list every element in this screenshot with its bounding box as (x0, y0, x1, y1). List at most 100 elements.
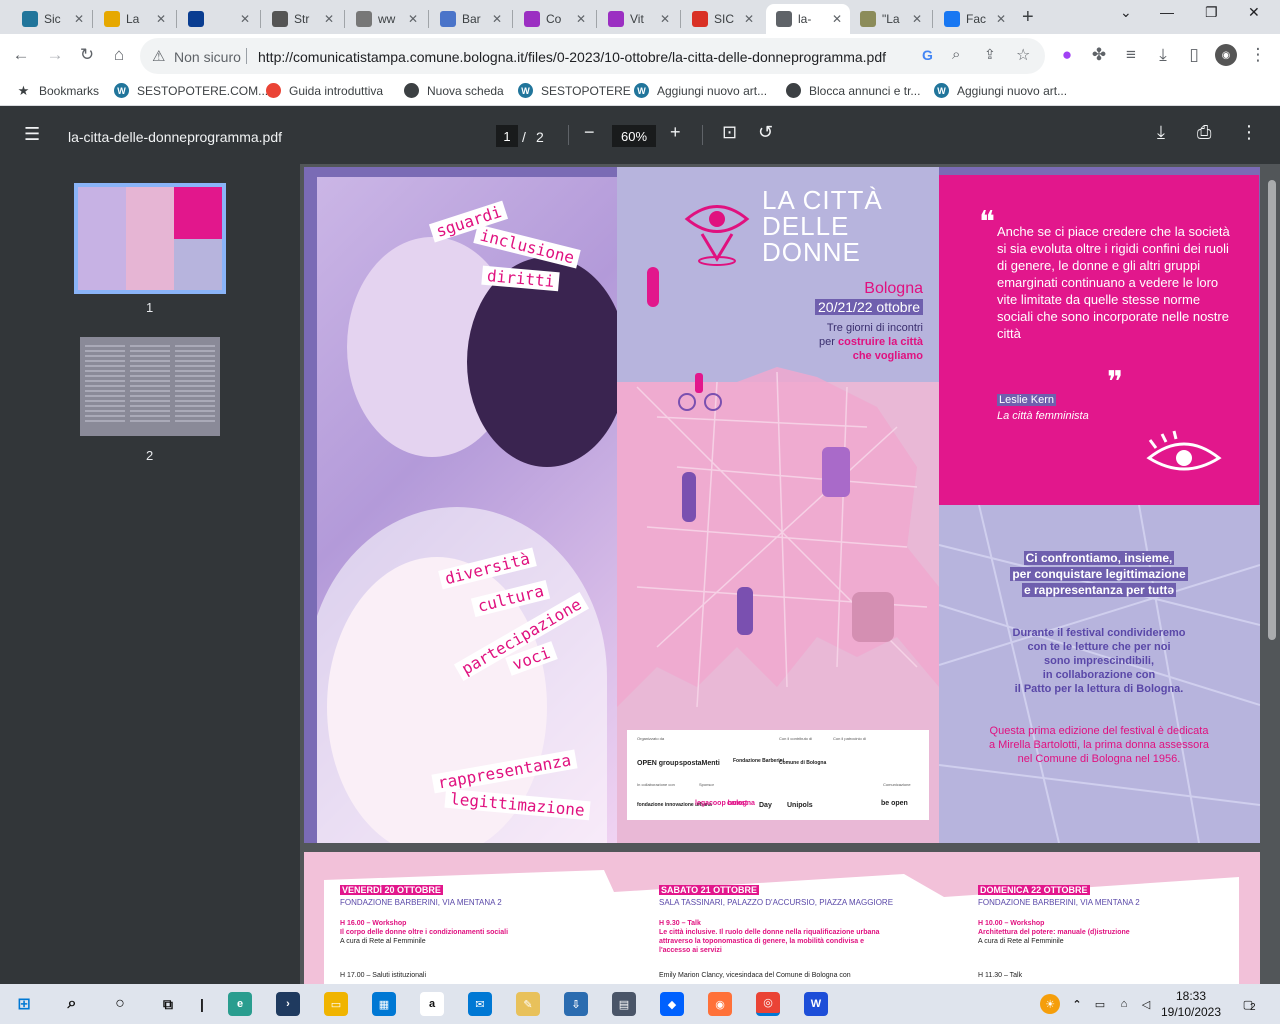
url-text[interactable]: http://comunicatistampa.comune.bologna.i… (258, 49, 886, 65)
browser-tab[interactable]: Sic ✕ (12, 4, 92, 34)
browser-tab[interactable]: SIC ✕ (682, 4, 762, 34)
zoom-in-icon[interactable]: + (670, 122, 681, 143)
dropbox-icon[interactable]: ◆ (660, 992, 684, 1016)
rai-icon (188, 11, 204, 27)
cortana-icon[interactable]: ○ (108, 992, 132, 1016)
claim-line: Ci confrontiamo, insieme, (1023, 551, 1175, 565)
paint-icon[interactable]: ✎ (516, 992, 540, 1016)
reading-list-icon[interactable]: ≡ (1120, 44, 1142, 66)
forward-icon[interactable]: → (44, 44, 66, 66)
task-view-icon[interactable]: ⧉ (156, 992, 180, 1016)
fit-page-icon[interactable]: ⊡ (722, 122, 737, 143)
tagline-highlight: costruire la città (838, 336, 923, 348)
rotate-icon[interactable]: ↺ (758, 122, 773, 143)
bookmark-star-icon[interactable]: ☆ (1016, 45, 1030, 65)
browser-tab[interactable]: la- ✕ (766, 4, 850, 34)
edge-icon[interactable]: e (228, 992, 252, 1016)
tab-search-icon[interactable]: ⌄ (1120, 4, 1132, 21)
tab-close-icon[interactable]: ✕ (912, 12, 922, 26)
pdf-menu-icon[interactable]: ☰ (24, 124, 40, 145)
tab-close-icon[interactable]: ✕ (408, 12, 418, 26)
bookmark-item[interactable]: W SESTOPOTERE (518, 83, 631, 98)
weather-icon[interactable]: ☀ (1040, 994, 1060, 1014)
tab-separator (596, 10, 597, 28)
mail-icon[interactable]: ✉ (468, 992, 492, 1016)
page-thumbnail-2[interactable] (80, 337, 220, 436)
browser-tab[interactable]: Co ✕ (514, 4, 594, 34)
browser-tab[interactable]: La ✕ (94, 4, 174, 34)
browser-tab[interactable]: ww ✕ (346, 4, 426, 34)
bookmark-item[interactable]: Nuova scheda (404, 83, 504, 98)
tab-close-icon[interactable]: ✕ (240, 12, 250, 26)
omnibox[interactable]: ⚠ Non sicuro http://comunicatistampa.com… (140, 38, 1045, 74)
page-separator: / (522, 129, 526, 145)
home-icon[interactable]: ⌂ (108, 44, 130, 66)
store-icon[interactable]: ▦ (372, 992, 396, 1016)
reload-icon[interactable]: ↻ (76, 44, 98, 66)
bookmark-item[interactable]: W Aggiungi nuovo art... (634, 83, 767, 98)
windows-start-icon[interactable]: ⊞ (12, 992, 36, 1016)
browser-tab[interactable]: ✕ (178, 4, 258, 34)
search-icon[interactable]: ⌕ (60, 992, 84, 1016)
amazon-icon[interactable]: a (420, 992, 444, 1016)
browser-tab[interactable]: Bar ✕ (430, 4, 510, 34)
app-icon[interactable]: ▤ (612, 992, 636, 1016)
tab-close-icon[interactable]: ✕ (576, 12, 586, 26)
powershell-icon[interactable]: › (276, 992, 300, 1016)
tab-close-icon[interactable]: ✕ (156, 12, 166, 26)
app-icon[interactable]: ⇩ (564, 992, 588, 1016)
bookmark-item[interactable]: W SESTOPOTERE.COM... (114, 83, 268, 98)
battery-icon[interactable]: ▭ (1088, 992, 1112, 1016)
page-thumbnail-1[interactable] (74, 183, 226, 294)
event-item: H 16.00 – Workshop Il corpo delle donne o… (340, 919, 570, 946)
volume-icon[interactable]: ◁ (1134, 992, 1158, 1016)
downloads-icon[interactable]: ⤓ (1152, 44, 1174, 66)
browser-tab[interactable]: "La ✕ (850, 4, 930, 34)
bookmark-item[interactable]: ★ Bookmarks (16, 83, 99, 98)
tab-close-icon[interactable]: ✕ (744, 12, 754, 26)
chrome-icon[interactable]: ◎ (756, 992, 780, 1016)
network-icon[interactable]: ⌂ (1112, 992, 1136, 1016)
zoom-out-icon[interactable]: − (584, 122, 595, 143)
bookmark-item[interactable]: Guida introduttiva (266, 83, 383, 98)
print-icon[interactable]: ⎙ (1197, 122, 1211, 143)
bookmark-item[interactable]: Blocca annunci e tr... (786, 83, 920, 98)
title-line: DONNE (762, 237, 861, 267)
tab-close-icon[interactable]: ✕ (492, 12, 502, 26)
app-icon[interactable]: W (804, 992, 828, 1016)
browser-tab[interactable]: Vit ✕ (598, 4, 678, 34)
zoom-level-input[interactable]: 60% (612, 125, 656, 147)
wordpress-icon: W (518, 83, 533, 98)
google-translate-icon[interactable]: G (922, 47, 933, 63)
pdf-more-icon[interactable]: ⋮ (1240, 122, 1258, 143)
close-window-button[interactable]: ✕ (1248, 4, 1260, 21)
share-icon[interactable]: ⇪ (984, 46, 996, 63)
bookmark-item[interactable]: W Aggiungi nuovo art... (934, 83, 1067, 98)
extension-colorful-icon[interactable]: ● (1056, 44, 1078, 66)
firefox-icon[interactable]: ◉ (708, 992, 732, 1016)
file-explorer-icon[interactable]: ▭ (324, 992, 348, 1016)
menu-kebab-icon[interactable]: ⋮ (1247, 44, 1269, 66)
restore-button[interactable]: ❐ (1205, 4, 1218, 21)
scrollbar[interactable] (1264, 164, 1280, 984)
side-panel-icon[interactable]: ▯ (1183, 44, 1205, 66)
new-tab-button[interactable]: + (1022, 6, 1034, 29)
tab-close-icon[interactable]: ✕ (832, 12, 842, 26)
tray-chevron-icon[interactable]: ⌃ (1065, 992, 1089, 1016)
notification-icon[interactable]: ▢ (1236, 992, 1260, 1016)
tab-close-icon[interactable]: ✕ (74, 12, 84, 26)
tab-close-icon[interactable]: ✕ (996, 12, 1006, 26)
browser-tab[interactable]: Str ✕ (262, 4, 342, 34)
system-clock[interactable]: 18:33 19/10/2023 (1158, 988, 1224, 1020)
zoom-icon[interactable]: ⌕ (952, 46, 960, 63)
tab-close-icon[interactable]: ✕ (324, 12, 334, 26)
profile-avatar[interactable]: ◉ (1215, 44, 1237, 66)
tab-close-icon[interactable]: ✕ (660, 12, 670, 26)
scrollbar-thumb[interactable] (1268, 180, 1276, 640)
browser-tab[interactable]: Fac ✕ (934, 4, 1014, 34)
back-icon[interactable]: ← (10, 44, 32, 66)
minimize-button[interactable]: — (1160, 4, 1174, 20)
pdf-download-icon[interactable]: ⤓ (1157, 122, 1165, 143)
page-number-input[interactable]: 1 (496, 125, 518, 147)
extensions-puzzle-icon[interactable]: ✤ (1088, 44, 1110, 66)
